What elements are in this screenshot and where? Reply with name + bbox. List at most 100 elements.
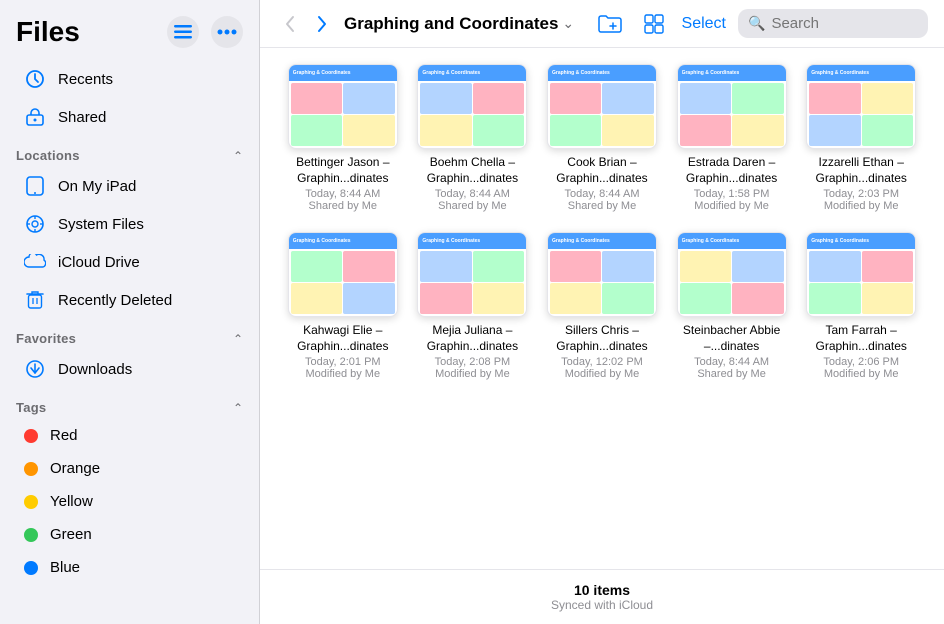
grid-view-button[interactable] bbox=[638, 8, 670, 40]
sidebar-item-tag-green[interactable]: Green bbox=[8, 518, 251, 551]
tags-section-header: Tags ⌃ bbox=[0, 388, 259, 419]
sidebar-item-on-my-ipad[interactable]: On My iPad bbox=[8, 167, 251, 205]
sidebar-icons bbox=[167, 16, 243, 48]
search-icon: 🔍 bbox=[748, 15, 765, 32]
file-date: Today, 2:01 PM bbox=[288, 356, 398, 368]
file-preview-header-text: Graphing & Coordinates bbox=[422, 238, 480, 244]
file-area: Graphing & Coordinates Bettinger Jason – … bbox=[260, 48, 944, 569]
more-options-button[interactable] bbox=[211, 16, 243, 48]
favorites-section-header: Favorites ⌃ bbox=[0, 319, 259, 350]
file-name: Tam Farrah – Graphin...dinates bbox=[806, 323, 916, 354]
preview-cell bbox=[550, 115, 602, 146]
icloud-drive-icon bbox=[24, 251, 46, 273]
favorites-chevron-icon: ⌃ bbox=[233, 332, 243, 346]
file-preview: Graphing & Coordinates bbox=[807, 65, 915, 148]
file-item[interactable]: Graphing & Coordinates Kahwagi Elie – Gra… bbox=[284, 232, 402, 380]
file-item[interactable]: Graphing & Coordinates Mejia Juliana – Gr… bbox=[414, 232, 532, 380]
file-item[interactable]: Graphing & CoordinatesSillers Chris – Gr… bbox=[543, 232, 661, 380]
file-status: Shared by Me bbox=[288, 200, 398, 212]
sidebar-item-recents[interactable]: Recents bbox=[8, 60, 251, 98]
sidebar-header: Files bbox=[0, 16, 259, 60]
locations-title: Locations bbox=[16, 148, 80, 163]
preview-cell bbox=[420, 283, 472, 314]
sidebar-toggle-icon bbox=[174, 25, 192, 39]
tags-title: Tags bbox=[16, 400, 46, 415]
select-button[interactable]: Select bbox=[682, 15, 726, 33]
tag-green-label: Green bbox=[50, 526, 92, 543]
file-item[interactable]: Graphing & CoordinatesBoehm Chella – Gra… bbox=[414, 64, 532, 212]
file-item[interactable]: Graphing & Coordinates Bettinger Jason – … bbox=[284, 64, 402, 212]
file-status: Modified by Me bbox=[547, 368, 657, 380]
file-status: Shared by Me bbox=[677, 368, 787, 380]
preview-cell bbox=[473, 283, 525, 314]
file-preview: Graphing & Coordinates bbox=[678, 65, 786, 148]
file-preview-header-text: Graphing & Coordinates bbox=[811, 70, 869, 76]
forward-icon bbox=[317, 15, 327, 33]
sidebar-item-system-files[interactable]: System Files bbox=[8, 205, 251, 243]
file-date: Today, 2:03 PM bbox=[806, 188, 916, 200]
preview-cell bbox=[732, 115, 784, 146]
preview-cell bbox=[343, 251, 395, 282]
forward-button[interactable] bbox=[308, 10, 336, 38]
preview-cell bbox=[343, 115, 395, 146]
footer: 10 items Synced with iCloud bbox=[260, 569, 944, 624]
recents-label: Recents bbox=[58, 71, 113, 88]
file-preview-header: Graphing & Coordinates bbox=[289, 233, 397, 249]
preview-cell bbox=[680, 115, 732, 146]
file-thumbnail: Graphing & Coordinates bbox=[677, 232, 787, 317]
file-preview-header: Graphing & Coordinates bbox=[807, 233, 915, 249]
toolbar-right: Select 🔍 🎙 bbox=[594, 8, 928, 40]
new-folder-button[interactable] bbox=[594, 8, 626, 40]
file-thumbnail: Graphing & Coordinates bbox=[806, 64, 916, 149]
file-info: Estrada Daren – Graphin...dinatesToday, … bbox=[677, 155, 787, 212]
preview-cell bbox=[291, 115, 343, 146]
locations-section-header: Locations ⌃ bbox=[0, 136, 259, 167]
sidebar-title: Files bbox=[16, 16, 80, 48]
locations-chevron-icon: ⌃ bbox=[233, 149, 243, 163]
file-preview: Graphing & Coordinates bbox=[678, 233, 786, 316]
sidebar-item-tag-blue[interactable]: Blue bbox=[8, 551, 251, 584]
search-bar: 🔍 🎙 bbox=[738, 9, 928, 38]
file-info: Bettinger Jason – Graphin...dinatesToday… bbox=[288, 155, 398, 212]
preview-cell bbox=[473, 115, 525, 146]
file-preview-header-text: Graphing & Coordinates bbox=[293, 238, 351, 244]
file-name: Kahwagi Elie – Graphin...dinates bbox=[288, 323, 398, 354]
file-item[interactable]: Graphing & Coordinates Estrada Daren – Gr… bbox=[673, 64, 791, 212]
file-thumbnail: Graphing & Coordinates bbox=[288, 232, 398, 317]
file-preview-header: Graphing & Coordinates bbox=[807, 65, 915, 81]
sidebar-item-shared[interactable]: Shared bbox=[8, 98, 251, 136]
file-info: Mejia Juliana – Graphin...dinatesToday, … bbox=[417, 323, 527, 380]
back-button[interactable] bbox=[276, 10, 304, 38]
tag-green-dot bbox=[24, 528, 38, 542]
breadcrumb-chevron-icon: ⌄ bbox=[562, 15, 574, 32]
sidebar-toggle-button[interactable] bbox=[167, 16, 199, 48]
file-info: Steinbacher Abbie –...dinatesToday, 8:44… bbox=[677, 323, 787, 380]
file-preview-body bbox=[807, 249, 915, 316]
downloads-label: Downloads bbox=[58, 361, 132, 378]
file-thumbnail: Graphing & Coordinates bbox=[288, 64, 398, 149]
sidebar-item-tag-yellow[interactable]: Yellow bbox=[8, 485, 251, 518]
sidebar-item-tag-red[interactable]: Red bbox=[8, 419, 251, 452]
search-input[interactable] bbox=[771, 15, 944, 32]
file-date: Today, 2:06 PM bbox=[806, 356, 916, 368]
file-status: Modified by Me bbox=[288, 368, 398, 380]
file-item[interactable]: Graphing & Coordinates Tam Farrah – Graph… bbox=[802, 232, 920, 380]
file-info: Cook Brian – Graphin...dinatesToday, 8:4… bbox=[547, 155, 657, 212]
file-item[interactable]: Graphing & CoordinatesIzzarelli Ethan – … bbox=[802, 64, 920, 212]
preview-cell bbox=[732, 251, 784, 282]
sidebar-item-icloud-drive[interactable]: iCloud Drive bbox=[8, 243, 251, 281]
file-item[interactable]: Graphing & CoordinatesCook Brian – Graph… bbox=[543, 64, 661, 212]
system-files-label: System Files bbox=[58, 216, 144, 233]
sidebar-item-downloads[interactable]: Downloads bbox=[8, 350, 251, 388]
file-date: Today, 8:44 AM bbox=[417, 188, 527, 200]
tag-red-label: Red bbox=[50, 427, 78, 444]
file-status: Modified by Me bbox=[806, 200, 916, 212]
file-thumbnail: Graphing & Coordinates bbox=[417, 64, 527, 149]
file-preview-body bbox=[289, 81, 397, 148]
preview-cell bbox=[680, 83, 732, 114]
file-item[interactable]: Graphing & Coordinates Steinbacher Abbie … bbox=[673, 232, 791, 380]
sidebar-item-tag-orange[interactable]: Orange bbox=[8, 452, 251, 485]
preview-cell bbox=[473, 251, 525, 282]
file-preview: Graphing & Coordinates bbox=[418, 65, 526, 148]
sidebar-item-recently-deleted[interactable]: Recently Deleted bbox=[8, 281, 251, 319]
